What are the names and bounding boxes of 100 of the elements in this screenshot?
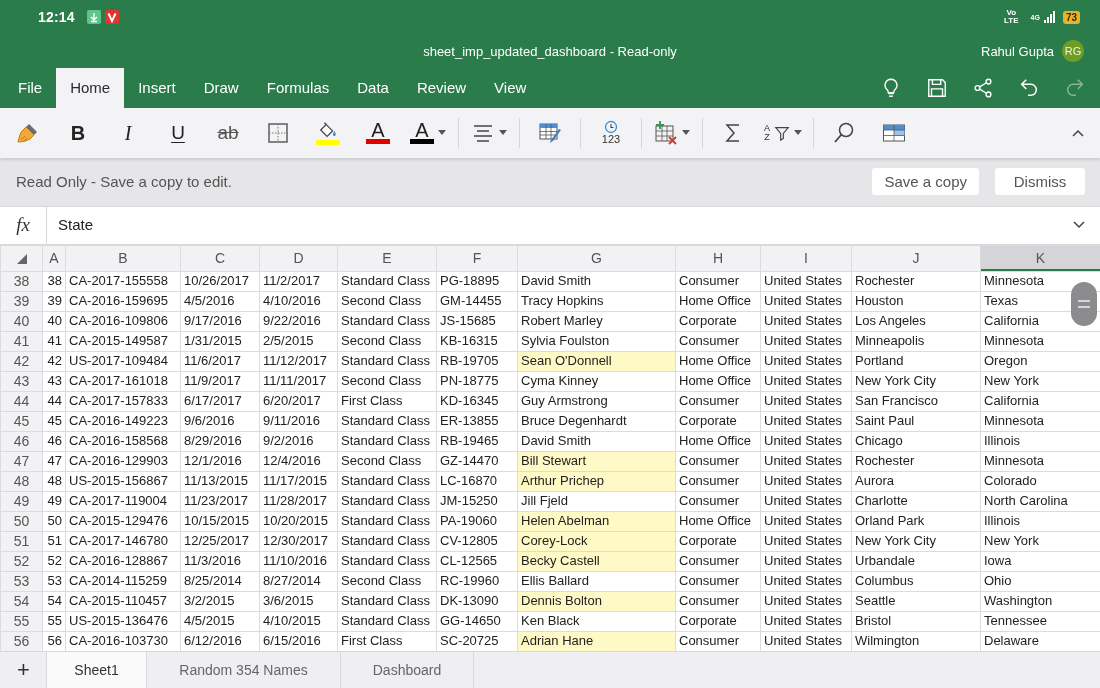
sheet-tab[interactable]: Random 354 Names xyxy=(146,652,341,688)
row-header[interactable]: 42 xyxy=(0,351,43,372)
strikethrough-button[interactable]: ab xyxy=(203,112,253,153)
save-icon[interactable] xyxy=(926,76,948,99)
dismiss-button[interactable]: Dismiss xyxy=(995,168,1085,196)
table-cell: 11/11/2017 xyxy=(259,371,338,392)
row-header[interactable]: 40 xyxy=(0,311,43,332)
table-cell: Standard Class xyxy=(337,491,437,512)
column-header[interactable]: D xyxy=(259,245,338,272)
table-cell: LC-16870 xyxy=(436,471,518,492)
ribbon-tab[interactable]: Home xyxy=(56,67,125,108)
column-header[interactable]: E xyxy=(337,245,437,272)
ribbon-tab[interactable]: File xyxy=(4,67,57,108)
select-all-corner[interactable] xyxy=(0,245,43,272)
user-name: Rahul Gupta xyxy=(981,42,1054,61)
table-cell: United States xyxy=(760,271,852,292)
chevron-up-icon[interactable] xyxy=(1072,128,1084,137)
row-header[interactable]: 52 xyxy=(0,551,43,572)
column-header[interactable]: K xyxy=(980,245,1100,272)
share-icon[interactable] xyxy=(972,76,994,99)
row-header[interactable]: 43 xyxy=(0,371,43,392)
row-header[interactable]: 56 xyxy=(0,631,43,652)
sheet-tab[interactable]: Sheet1 xyxy=(46,652,147,688)
table-cell: 8/29/2016 xyxy=(180,431,260,452)
table-cell: United States xyxy=(760,551,852,572)
column-header[interactable]: F xyxy=(436,245,518,272)
row-header[interactable]: 54 xyxy=(0,591,43,612)
table-cell: KB-16315 xyxy=(436,331,518,352)
bold-button[interactable]: B xyxy=(53,112,103,153)
table-cell: Charlotte xyxy=(851,491,981,512)
table-cell: Standard Class xyxy=(337,611,437,632)
battery-indicator: 73 xyxy=(1062,10,1080,24)
ribbon-tab[interactable]: Formulas xyxy=(252,67,344,108)
table-cell: 8/25/2014 xyxy=(180,571,260,592)
table-cell: 12/1/2016 xyxy=(180,451,260,472)
row-header[interactable]: 39 xyxy=(0,291,43,312)
row-header[interactable]: 49 xyxy=(0,491,43,512)
ribbon-tab[interactable]: Data xyxy=(343,67,403,108)
table-cell: 11/2/2017 xyxy=(259,271,338,292)
ribbon-tab[interactable]: View xyxy=(480,67,541,108)
column-header[interactable]: A xyxy=(42,245,66,272)
italic-button[interactable]: I xyxy=(103,112,153,153)
row-header[interactable]: 44 xyxy=(0,391,43,412)
table-cell: 2/5/2015 xyxy=(259,331,338,352)
download-notification-icon xyxy=(86,10,101,25)
table-cell: Sylvia Foulston xyxy=(517,331,676,352)
table-cell: United States xyxy=(760,411,852,432)
sheet-tab[interactable]: Dashboard xyxy=(340,652,474,688)
sort-filter-button[interactable]: A Z xyxy=(758,112,808,153)
row-header[interactable]: 47 xyxy=(0,451,43,472)
table-cell: JS-15685 xyxy=(436,311,518,332)
table-cell: CA-2017-146780 xyxy=(65,531,181,552)
scroll-handle[interactable] xyxy=(1071,281,1097,326)
column-header[interactable]: G xyxy=(517,245,676,272)
table-cell: Standard Class xyxy=(337,591,437,612)
column-header[interactable]: J xyxy=(851,245,981,272)
table-cell: United States xyxy=(760,351,852,372)
table-cell: 9/22/2016 xyxy=(259,311,338,332)
table-cell: CA-2017-119004 xyxy=(65,491,181,512)
save-copy-button[interactable]: Save a copy xyxy=(872,168,979,196)
number-format-button[interactable]: 123 xyxy=(586,112,636,153)
table-cell: 4/10/2016 xyxy=(259,291,338,312)
add-sheet-button[interactable]: + xyxy=(0,652,47,688)
table-cell: Chicago xyxy=(851,431,981,452)
table-cell: 9/2/2016 xyxy=(259,431,338,452)
ribbon-tab[interactable]: Review xyxy=(402,67,481,108)
table-cell: JM-15250 xyxy=(436,491,518,512)
table-cell: United States xyxy=(760,571,852,592)
table-cell: GM-14455 xyxy=(436,291,518,312)
row-header[interactable]: 41 xyxy=(0,331,43,352)
font-color-button[interactable]: A xyxy=(353,112,403,153)
underline-button[interactable]: U xyxy=(153,112,203,153)
row-header[interactable]: 46 xyxy=(0,431,43,452)
row-header[interactable]: 45 xyxy=(0,411,43,432)
row-header[interactable]: 50 xyxy=(0,511,43,532)
ribbon-tab[interactable]: Insert xyxy=(124,67,190,108)
row-header[interactable]: 55 xyxy=(0,611,43,632)
row-header[interactable]: 53 xyxy=(0,571,43,592)
column-header[interactable]: H xyxy=(675,245,761,272)
table-cell: CV-12805 xyxy=(436,531,518,552)
column-header[interactable]: B xyxy=(65,245,181,272)
table-cell: Second Class xyxy=(337,291,437,312)
row-header[interactable]: 48 xyxy=(0,471,43,492)
ribbon-tab[interactable]: Draw xyxy=(189,67,253,108)
table-cell: 38 xyxy=(42,271,66,292)
table-cell: Ken Black xyxy=(517,611,676,632)
font-color-button[interactable]: A xyxy=(403,112,453,153)
chevron-down-icon[interactable] xyxy=(1073,221,1085,230)
function-label[interactable]: fx xyxy=(16,210,30,240)
column-header[interactable]: C xyxy=(180,245,260,272)
table-cell: 12/4/2016 xyxy=(259,451,338,472)
table-cell: 10/26/2017 xyxy=(180,271,260,292)
table-cell: GG-14650 xyxy=(436,611,518,632)
table-cell: United States xyxy=(760,391,852,412)
table-cell: 51 xyxy=(42,531,66,552)
row-header[interactable]: 38 xyxy=(0,271,43,292)
row-header[interactable]: 51 xyxy=(0,531,43,552)
table-cell: 44 xyxy=(42,391,66,412)
column-header[interactable]: I xyxy=(760,245,852,272)
undo-icon[interactable] xyxy=(1018,76,1040,99)
